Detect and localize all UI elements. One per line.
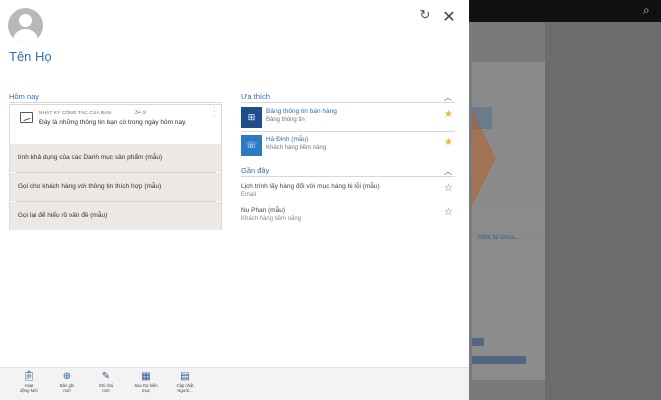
favorite-title: Bảng thông tin bán hàng — [266, 108, 337, 115]
avatar-head — [19, 14, 32, 27]
calendar-icon: ▦ — [141, 371, 151, 382]
task-item[interactable]: Gọi lại để hiểu rõ vấn đề (mẫu) — [10, 202, 221, 230]
more-options-icon[interactable]: · · · — [213, 104, 215, 119]
toolbar-label: mới — [102, 388, 110, 393]
user-name[interactable]: Tên Họ — [9, 49, 52, 64]
assistant-panel: Tên Họ ↻ ✕ Hôm nay NHẬT KÝ CÔNG TÁC CỦA … — [0, 0, 469, 400]
recent-item-subtitle: Email — [241, 192, 257, 198]
activity-count: 3+ ⊙ — [135, 110, 146, 116]
recent-item-title: Nu Phan (mẫu) — [241, 207, 286, 214]
search-icon[interactable]: ⌕ — [643, 3, 657, 17]
activity-count-value: 3+ — [135, 110, 141, 116]
favorite-item[interactable]: ☏ Hà Đinh (mẫu) Khách hàng tiềm năng ★ — [241, 132, 455, 158]
favorites-title: Ưa thích — [241, 92, 270, 101]
chevron-up-icon[interactable]: ︿ — [444, 94, 454, 102]
background-link: Hôm fai chưa... — [472, 231, 544, 245]
clipboard-update-icon: ▤ — [180, 371, 190, 382]
activity-summary[interactable]: NHẬT KÝ CÔNG TÁC CỦA BẠN 3+ ⊙ Đây là nhữ… — [10, 104, 221, 143]
close-icon[interactable]: ✕ — [441, 10, 457, 26]
favorite-item[interactable]: ⊞ Bảng thông tin bán hàng Bảng thông tin… — [241, 104, 455, 130]
favorite-title: Hà Đinh (mẫu) — [266, 136, 309, 143]
background-overlay-area — [545, 22, 661, 400]
task-item[interactable]: Gọi cho khách hàng với thông tin thích h… — [10, 173, 221, 201]
refresh-icon[interactable]: ↻ — [418, 8, 432, 22]
activity-message: Đây là những thông tin bạn có trong ngày… — [39, 119, 187, 126]
background-bar — [472, 338, 484, 346]
favorite-subtitle: Khách hàng tiềm năng — [266, 145, 327, 151]
avatar-body — [13, 29, 38, 43]
update-people-button[interactable]: ▤ Cập nhật Người... — [170, 371, 200, 399]
recent-item[interactable]: Nu Phan (mẫu) Khách hàng tiềm năng ☆ — [241, 207, 455, 229]
chevron-up-icon[interactable]: ︿ — [444, 168, 454, 176]
background-bar — [472, 356, 526, 364]
toolbar-label: mới — [63, 388, 71, 393]
upcoming-items-button[interactable]: ▦ Sau Dự kiến mục — [131, 371, 161, 399]
background-funnel-shape — [472, 110, 496, 206]
divider — [9, 102, 222, 103]
note-edit-icon: ✎ — [101, 371, 111, 382]
star-outline-icon[interactable]: ☆ — [444, 208, 453, 218]
favorite-subtitle: Bảng thông tin — [266, 117, 305, 123]
divider — [241, 176, 455, 177]
clipboard-icon: 📋︎ — [22, 371, 36, 382]
lead-icon: ☏ — [241, 135, 262, 156]
recent-item-subtitle: Khách hàng tiềm năng — [241, 216, 302, 222]
new-activity-button[interactable]: 📋︎ Hoạt động Mới — [14, 371, 44, 399]
bottom-toolbar: 📋︎ Hoạt động Mới ⊕ Bản ghi mới ✎ Ghi chú… — [0, 367, 469, 400]
activity-type-label: NHẬT KÝ CÔNG TÁC CỦA BẠN — [39, 111, 112, 116]
recent-title: Gần đây — [241, 166, 270, 175]
add-circle-icon: ⊕ — [62, 371, 72, 382]
task-item[interactable]: tính khả dụng của các Danh mục sản phẩm … — [10, 144, 221, 172]
recent-item-title: Lịch trình lấy hàng đổi với mục hàng bị … — [241, 183, 380, 190]
toolbar-label: động Mới — [20, 388, 38, 393]
activity-log-icon — [20, 112, 33, 123]
star-filled-icon[interactable]: ★ — [444, 138, 453, 148]
new-record-button[interactable]: ⊕ Bản ghi mới — [52, 371, 82, 399]
dashboard-icon: ⊞ — [241, 107, 262, 128]
divider — [241, 102, 455, 103]
avatar[interactable] — [8, 8, 43, 43]
star-outline-icon[interactable]: ☆ — [444, 184, 453, 194]
chevron-circle-icon[interactable]: ⊙ — [142, 110, 146, 116]
today-title: Hôm nay — [9, 92, 40, 101]
star-filled-icon[interactable]: ★ — [444, 110, 453, 120]
new-note-button[interactable]: ✎ Ghi chú mới — [91, 371, 121, 399]
recent-item[interactable]: Lịch trình lấy hàng đổi với mục hàng bị … — [241, 183, 455, 205]
toolbar-label: mục — [142, 388, 150, 393]
toolbar-label: Người... — [177, 388, 193, 393]
today-card: NHẬT KÝ CÔNG TÁC CỦA BẠN 3+ ⊙ Đây là nhữ… — [9, 104, 222, 230]
